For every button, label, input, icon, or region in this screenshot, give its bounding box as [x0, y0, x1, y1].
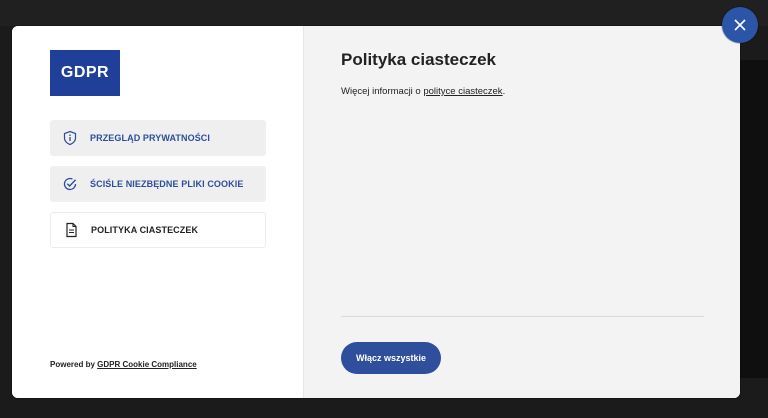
- document-icon: [63, 222, 79, 238]
- enable-all-button[interactable]: Włącz wszystkie: [341, 342, 441, 374]
- description-text: Więcej informacji o polityce ciasteczek.: [341, 86, 505, 97]
- close-icon: [733, 18, 747, 32]
- background-header-strip: [0, 0, 768, 26]
- cookie-policy-link[interactable]: polityce ciasteczek: [423, 86, 502, 97]
- tab-label: ŚCIŚLE NIEZBĘDNE PLIKI COOKIE: [90, 179, 244, 189]
- powered-by-prefix: Powered by: [50, 360, 95, 369]
- modal-sidebar: GDPR PRZEGLĄD PRYWATNOŚCI ŚCIŚLE NIEZBĘD…: [12, 26, 304, 398]
- divider: [341, 316, 704, 317]
- shield-info-icon: [62, 130, 78, 146]
- tab-cookie-policy[interactable]: POLITYKA CIASTECZEK: [50, 212, 266, 248]
- page-title: Polityka ciasteczek: [341, 50, 496, 69]
- tab-label: POLITYKA CIASTECZEK: [91, 225, 199, 235]
- privacy-settings-modal: GDPR PRZEGLĄD PRYWATNOŚCI ŚCIŚLE NIEZBĘD…: [12, 26, 740, 398]
- close-button[interactable]: [722, 7, 758, 43]
- tab-label: PRZEGLĄD PRYWATNOŚCI: [90, 133, 211, 143]
- modal-content: Polityka ciasteczek Więcej informacji o …: [304, 26, 740, 398]
- description-prefix: Więcej informacji o: [341, 86, 421, 97]
- description-suffix: .: [502, 86, 506, 97]
- tab-necessary-cookies[interactable]: ŚCIŚLE NIEZBĘDNE PLIKI COOKIE: [50, 166, 266, 202]
- tab-privacy-overview[interactable]: PRZEGLĄD PRYWATNOŚCI: [50, 120, 266, 156]
- gdpr-compliance-link[interactable]: GDPR Cookie Compliance: [97, 360, 197, 369]
- check-circle-icon: [62, 176, 78, 192]
- gdpr-logo: GDPR: [50, 50, 120, 96]
- sidebar-nav: PRZEGLĄD PRYWATNOŚCI ŚCIŚLE NIEZBĘDNE PL…: [50, 120, 266, 258]
- background-page-edge: [740, 60, 768, 378]
- powered-by: Powered by GDPR Cookie Compliance: [50, 360, 197, 369]
